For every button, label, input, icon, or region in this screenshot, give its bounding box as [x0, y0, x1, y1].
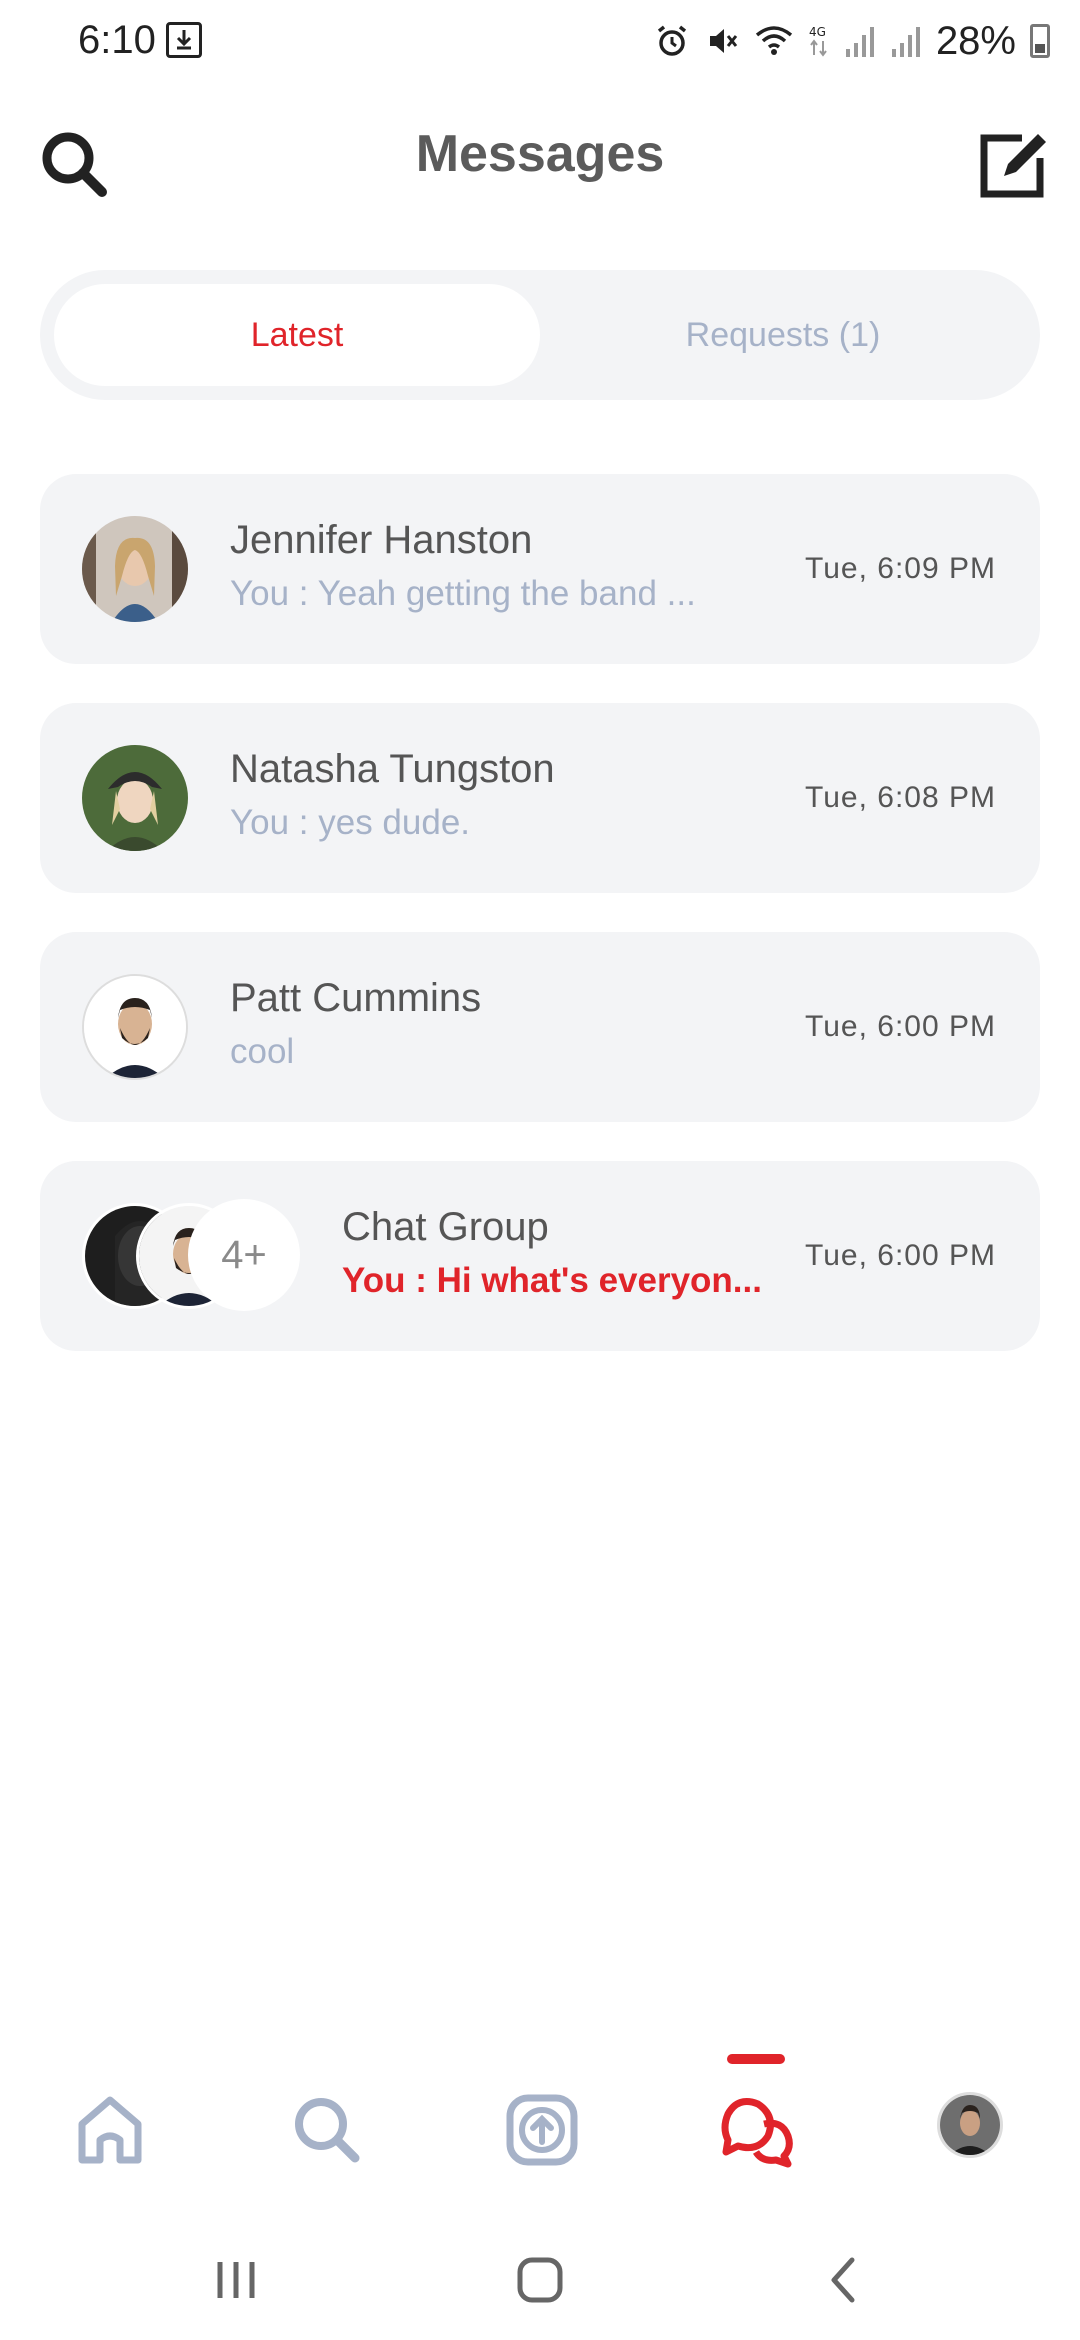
battery-icon: [1030, 24, 1050, 58]
mute-icon: [709, 29, 738, 53]
wifi-icon: [755, 26, 793, 55]
messages-icon[interactable]: [718, 2090, 798, 2170]
upload-icon[interactable]: [502, 2090, 582, 2170]
compose-icon[interactable]: [974, 124, 1054, 204]
conversation-item[interactable]: Jennifer Hanston You : Yeah getting the …: [40, 474, 1040, 664]
bottom-navigation: [0, 2040, 1080, 2210]
status-time: 6:10: [78, 18, 156, 62]
system-navigation: [0, 2230, 1080, 2340]
status-bar: 6:10 4G 28%: [0, 0, 1080, 86]
avatar: [82, 745, 188, 851]
svg-text:4G: 4G: [809, 25, 826, 39]
conversation-item[interactable]: Patt Cummins cool Tue, 6:00 PM: [40, 932, 1040, 1122]
contact-name: Jennifer Hanston: [230, 518, 533, 562]
message-preview: You : yes dude.: [230, 803, 471, 842]
message-time: Tue, 6:00 PM: [805, 1239, 996, 1272]
status-icons: 4G 28%: [654, 16, 1050, 66]
header: Messages: [0, 110, 1080, 210]
message-time: Tue, 6:00 PM: [805, 1010, 996, 1043]
message-preview: cool: [230, 1032, 295, 1071]
home-icon[interactable]: [70, 2090, 150, 2170]
profile-avatar[interactable]: [937, 2092, 1003, 2158]
alarm-icon: [657, 25, 687, 56]
group-conversation-item[interactable]: 4+ Chat Group You : Hi what's everyon...…: [40, 1161, 1040, 1351]
contact-name: Patt Cummins: [230, 976, 482, 1020]
battery-percent: 28%: [935, 18, 1016, 63]
message-time: Tue, 6:08 PM: [805, 781, 996, 814]
message-preview: You : Yeah getting the band ...: [230, 574, 696, 613]
avatar: [82, 516, 188, 622]
active-tab-indicator: [727, 2054, 785, 2064]
group-name: Chat Group: [342, 1205, 549, 1249]
home-system-icon[interactable]: [510, 2250, 570, 2310]
avatar: [82, 974, 188, 1080]
page-title: Messages: [415, 125, 665, 183]
download-notification-icon: [166, 22, 202, 58]
back-icon[interactable]: [814, 2250, 874, 2310]
message-tabs: Latest Requests (1): [40, 270, 1040, 400]
tab-latest[interactable]: Latest: [54, 284, 540, 386]
recent-apps-icon[interactable]: [206, 2250, 266, 2310]
more-members-badge: 4+: [188, 1199, 300, 1311]
message-time: Tue, 6:09 PM: [805, 552, 996, 585]
search-nav-icon[interactable]: [287, 2090, 367, 2170]
contact-name: Natasha Tungston: [230, 747, 555, 791]
conversation-item[interactable]: Natasha Tungston You : yes dude. Tue, 6:…: [40, 703, 1040, 893]
signal-icon: [845, 27, 874, 57]
tab-requests[interactable]: Requests (1): [540, 284, 1026, 386]
signal-icon-2: [891, 27, 920, 57]
4g-signal-icon: 4G: [809, 25, 827, 57]
message-preview-unread: You : Hi what's everyon...: [342, 1261, 762, 1300]
